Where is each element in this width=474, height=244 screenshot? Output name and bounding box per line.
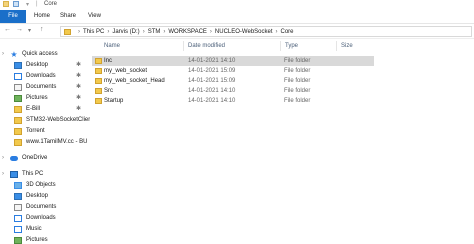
sidebar-item-documents[interactable]: Documents ✱ xyxy=(0,82,90,93)
sidebar-item-e-bill[interactable]: E-Bill ✱ xyxy=(0,104,90,115)
folder-icon xyxy=(14,128,22,135)
column-header-type[interactable]: Type xyxy=(285,41,298,51)
up-arrow-icon[interactable]: ↑ xyxy=(40,26,44,33)
breadcrumb-this-pc[interactable]: This PC xyxy=(83,29,104,35)
breadcrumb-nucleo-websocket[interactable]: NUCLEO-WebSocket xyxy=(215,29,273,35)
navigation-pane: › ★ Quick access Desktop ✱ Downloads ✱ D… xyxy=(0,39,90,244)
folder-icon xyxy=(95,78,102,84)
chevron-right-icon[interactable]: › xyxy=(210,29,212,35)
file-list: Name Date modified Type Size Inc 14-01-2… xyxy=(90,39,474,244)
sidebar-item-1tamilmv[interactable]: www.1TamilMV.cc - BU xyxy=(0,137,90,148)
column-divider[interactable] xyxy=(336,41,337,51)
chevron-right-icon[interactable]: › xyxy=(107,29,109,35)
chevron-right-icon: › xyxy=(78,29,80,35)
breadcrumb-drive[interactable]: Jarvis (D:) xyxy=(112,29,139,35)
chevron-right-icon[interactable]: › xyxy=(143,29,145,35)
pin-icon: ✱ xyxy=(76,62,82,68)
column-header-size[interactable]: Size xyxy=(341,41,353,51)
file-row-inc[interactable]: Inc 14-01-2021 14:10 File folder xyxy=(92,56,374,66)
chevron-down-icon[interactable]: ▾ xyxy=(26,1,29,8)
tab-home[interactable]: Home xyxy=(34,10,50,23)
column-header-date[interactable]: Date modified xyxy=(188,41,225,51)
folder-icon xyxy=(14,106,22,113)
chevron-right-icon[interactable]: › xyxy=(276,29,278,35)
breadcrumb-core[interactable]: Core xyxy=(281,29,294,35)
pin-icon: ✱ xyxy=(76,106,82,112)
pc-icon xyxy=(10,171,18,178)
sidebar-item-downloads[interactable]: Downloads ✱ xyxy=(0,71,90,82)
breadcrumb: › This PC › Jarvis (D:) › STM › WORKSPACE › NUCLE… xyxy=(75,28,294,36)
sidebar-item-music[interactable]: Music xyxy=(0,224,90,235)
sidebar-item-torrent[interactable]: Torrent xyxy=(0,126,90,137)
breadcrumb-workspace[interactable]: WORKSPACE xyxy=(168,29,207,35)
download-icon xyxy=(14,73,22,80)
documents-icon xyxy=(14,84,22,91)
download-icon xyxy=(14,215,22,222)
pin-icon: ✱ xyxy=(76,73,82,79)
expand-chevron-icon[interactable]: › xyxy=(2,153,4,164)
folder-icon xyxy=(14,139,22,146)
music-icon xyxy=(14,226,22,233)
pictures-icon xyxy=(14,95,22,102)
desktop-icon xyxy=(14,193,22,200)
sidebar-item-desktop-pc[interactable]: Desktop xyxy=(0,191,90,202)
star-icon: ★ xyxy=(10,50,18,59)
sidebar-item-stm32-websocket[interactable]: STM32-WebSocketClier xyxy=(0,115,90,126)
sidebar-item-quick-access[interactable]: › ★ Quick access xyxy=(0,49,90,60)
title-separator: | xyxy=(36,1,38,7)
folder-icon xyxy=(95,58,102,64)
folder-icon xyxy=(95,88,102,94)
breadcrumb-stm[interactable]: STM xyxy=(148,29,161,35)
folder-icon xyxy=(95,98,102,104)
address-bar[interactable]: › This PC › Jarvis (D:) › STM › WORKSPACE › NUCLE… xyxy=(60,26,472,37)
sidebar-item-onedrive[interactable]: › OneDrive xyxy=(0,153,90,164)
sidebar-item-downloads-pc[interactable]: Downloads xyxy=(0,213,90,224)
onedrive-icon xyxy=(10,156,18,161)
folder-icon xyxy=(95,68,102,74)
recent-locations-chevron-icon[interactable]: ▾ xyxy=(28,27,31,34)
chevron-right-icon[interactable]: › xyxy=(163,29,165,35)
column-divider[interactable] xyxy=(280,41,281,51)
tab-file[interactable]: File xyxy=(0,10,26,23)
file-row-my-web-socket-head[interactable]: my_web_socket_Head 14-01-2021 15:09 File… xyxy=(92,76,374,86)
forward-arrow-icon[interactable]: → xyxy=(16,26,23,33)
3d-objects-icon xyxy=(14,182,22,189)
pictures-icon xyxy=(14,237,22,244)
desktop-icon xyxy=(14,62,22,69)
sidebar-item-desktop[interactable]: Desktop ✱ xyxy=(0,60,90,71)
folder-icon xyxy=(3,1,9,7)
documents-icon xyxy=(14,204,22,211)
pin-icon: ✱ xyxy=(76,95,82,101)
file-row-src[interactable]: Src 14-01-2021 14:10 File folder xyxy=(92,86,374,96)
column-header-name[interactable]: Name xyxy=(104,41,120,51)
ribbon: File Home Share View xyxy=(0,9,474,24)
sidebar-item-this-pc[interactable]: › This PC xyxy=(0,169,90,180)
pin-icon: ✱ xyxy=(76,84,82,90)
address-bar-row: ← → ▾ ↑ › This PC › Jarvis (D:) › STM › WORKSPA… xyxy=(0,24,474,39)
folder-icon xyxy=(14,117,22,124)
window-title: Core xyxy=(44,1,58,7)
file-row-startup[interactable]: Startup 14-01-2021 14:10 File folder xyxy=(92,96,374,106)
expand-chevron-icon[interactable]: › xyxy=(2,169,4,180)
quick-access-toolbar-icon[interactable] xyxy=(13,1,19,7)
file-row-my-web-socket[interactable]: my_web_socket 14-01-2021 15:09 File fold… xyxy=(92,66,374,76)
sidebar-item-documents-pc[interactable]: Documents xyxy=(0,202,90,213)
title-bar: ▾ | Core xyxy=(0,0,474,9)
sidebar-item-pictures[interactable]: Pictures ✱ xyxy=(0,93,90,104)
tab-share[interactable]: Share xyxy=(60,10,76,23)
sidebar-item-3d-objects[interactable]: 3D Objects xyxy=(0,180,90,191)
column-divider[interactable] xyxy=(183,41,184,51)
sidebar-item-pictures-pc[interactable]: Pictures xyxy=(0,235,90,244)
expand-chevron-icon[interactable]: › xyxy=(2,49,4,60)
back-arrow-icon[interactable]: ← xyxy=(4,26,11,33)
folder-icon xyxy=(64,29,71,35)
tab-view[interactable]: View xyxy=(88,10,101,23)
